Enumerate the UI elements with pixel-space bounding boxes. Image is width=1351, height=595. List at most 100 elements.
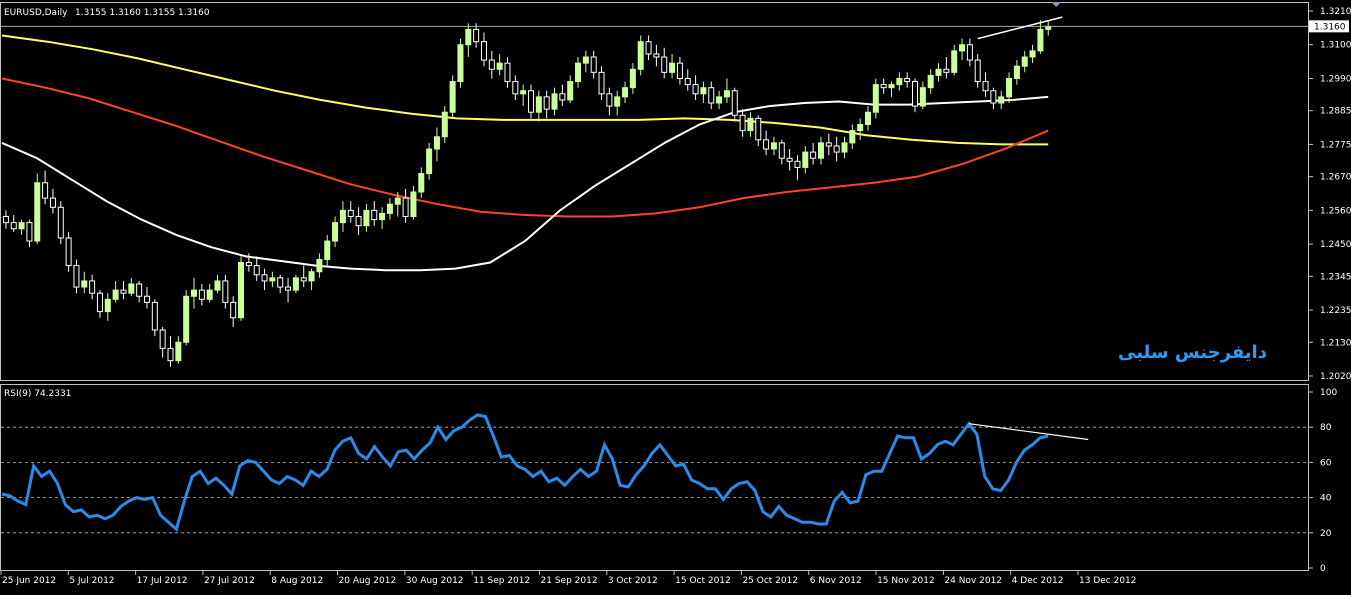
date-tick-label: 11 Sep 2012 [473, 576, 530, 586]
candle-body [645, 41, 652, 55]
candle-body [191, 289, 198, 297]
rsi-tick-label: 100 [1320, 388, 1337, 398]
candle-body [222, 280, 229, 303]
candle-body [332, 222, 339, 242]
date-tick-label: 20 Aug 2012 [339, 576, 397, 586]
candle-body [386, 203, 393, 214]
price-tick-label: 1.2020 [1320, 372, 1351, 382]
candle-body [614, 96, 621, 107]
date-tick-label: 21 Sep 2012 [541, 576, 598, 586]
candle-body [739, 114, 746, 132]
date-tick-label: 25 Jun 2012 [2, 576, 56, 586]
candle-body [480, 41, 487, 61]
candle-body [669, 62, 676, 73]
candle-body [300, 277, 307, 282]
candle-body [849, 130, 856, 144]
candle-body [104, 298, 111, 313]
candle-body [1013, 65, 1020, 79]
candle-body [277, 277, 284, 288]
candle-body [183, 295, 190, 343]
rsi-tick-label: 0 [1320, 564, 1326, 574]
candle-body [65, 237, 72, 267]
candle-body [786, 157, 793, 162]
date-tick-label: 25 Oct 2012 [742, 576, 798, 586]
candle-body [747, 117, 754, 132]
chart-window: 1.3160 1.3210 1.3100 1.2990 1.2885 1.2775 1.2… [0, 0, 1351, 591]
date-tick-label: 17 Jul 2012 [137, 576, 188, 586]
candle-body [935, 68, 942, 76]
candle-body [543, 96, 550, 110]
price-tick-label: 1.2130 [1320, 338, 1351, 348]
candle-body [316, 258, 323, 273]
date-tick-label: 3 Oct 2012 [608, 576, 658, 586]
candle-body [175, 341, 182, 362]
rsi-tick-label: 20 [1320, 529, 1332, 539]
candle-body [567, 81, 574, 101]
candle-body [802, 151, 809, 168]
candle-body [167, 347, 174, 362]
candle-body [637, 41, 644, 70]
candle-body [402, 197, 409, 218]
price-tick-label: 1.2670 [1320, 173, 1351, 183]
candle-body [778, 142, 785, 159]
candle-body [465, 28, 472, 46]
candle-body [661, 56, 668, 73]
candle-body [238, 262, 245, 319]
candle-body [410, 191, 417, 218]
candle-body [292, 277, 299, 291]
divergence-annotation: دایفرجنس سلبی [1118, 342, 1267, 363]
candle-body [904, 77, 911, 83]
candle-body [355, 216, 362, 227]
candle-body [394, 197, 401, 205]
candle-body [653, 53, 660, 58]
date-tick-label: 15 Oct 2012 [675, 576, 731, 586]
candle-body [269, 277, 276, 282]
candle-body [723, 90, 730, 98]
candle-body [18, 222, 25, 230]
candle-body [89, 280, 96, 294]
date-tick-label: 30 Aug 2012 [406, 576, 464, 586]
candle-body [817, 142, 824, 159]
candle-body [73, 265, 80, 288]
date-tick-label: 5 Jul 2012 [69, 576, 114, 586]
price-tick-label: 1.2450 [1320, 240, 1351, 250]
candle-body [872, 84, 879, 113]
candle-body [1029, 50, 1036, 58]
candle-body [951, 50, 958, 73]
candle-body [26, 222, 33, 242]
candle-body [253, 265, 260, 276]
candle-body [488, 59, 495, 70]
candle-body [559, 93, 566, 101]
candle-body [927, 74, 934, 89]
candle-body [535, 96, 542, 113]
candle-body [143, 295, 150, 303]
candle-body [285, 286, 292, 291]
candle-body [363, 209, 370, 227]
candle-body [449, 81, 456, 113]
candle-body [473, 28, 480, 43]
candle-body [888, 84, 895, 89]
date-tick-label: 6 Nov 2012 [810, 576, 862, 586]
candle-body [10, 222, 17, 230]
candle-body [57, 206, 64, 239]
candle-body [943, 68, 950, 73]
candle-body [919, 87, 926, 107]
candle-body [598, 71, 605, 95]
candle-body [684, 77, 691, 86]
candle-body [551, 93, 558, 110]
candle-body [582, 56, 589, 64]
candle-body [763, 139, 770, 150]
candle-body [590, 56, 597, 73]
candle-body [825, 142, 832, 147]
main-title: EURUSD,Daily [4, 8, 68, 18]
candle-body [245, 262, 252, 267]
candle-body [136, 283, 143, 297]
candle-body [528, 90, 534, 113]
candle-body [1037, 28, 1044, 52]
candle-body [418, 173, 425, 193]
candle-body [214, 280, 221, 291]
price-tick-label: 1.2775 [1320, 140, 1351, 150]
candle-body [1006, 77, 1013, 98]
candle-body [433, 136, 440, 150]
candle-body [512, 81, 519, 95]
